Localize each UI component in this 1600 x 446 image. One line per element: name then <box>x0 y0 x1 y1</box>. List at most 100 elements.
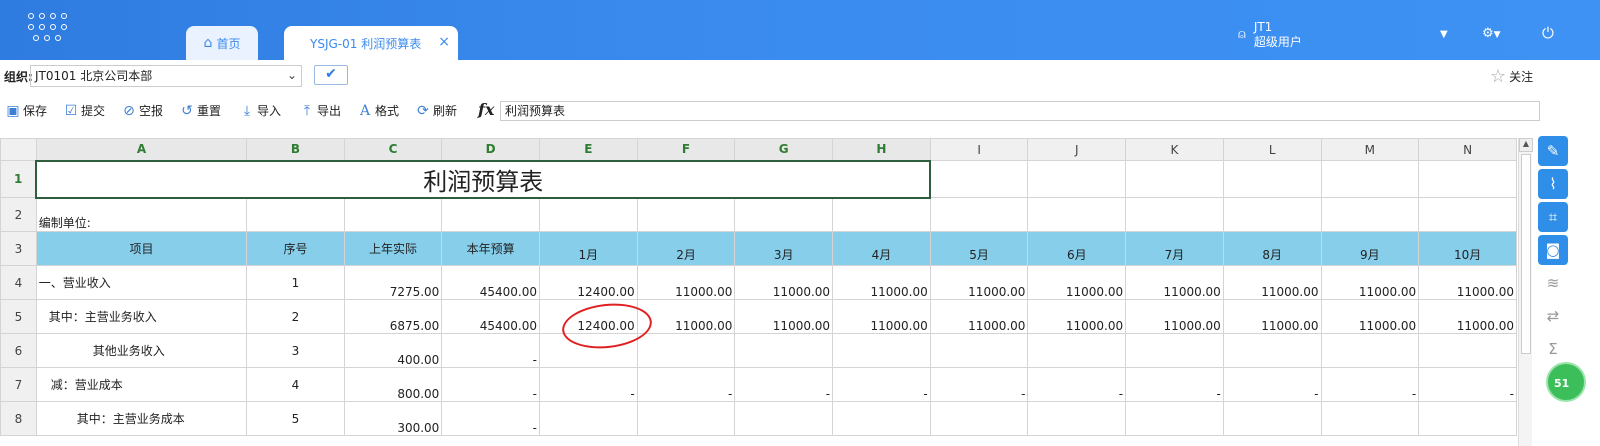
caret-down-icon[interactable]: ▼ <box>1440 29 1448 40</box>
number-cell[interactable] <box>1222 333 1322 368</box>
sheet-title-cell[interactable]: 利润预算表 <box>35 159 932 199</box>
scroll-thumb[interactable] <box>1521 154 1531 354</box>
number-cell[interactable] <box>1222 401 1322 436</box>
row-header[interactable]: 5 <box>0 299 37 334</box>
header-cell[interactable]: 序号 <box>246 231 345 266</box>
number-cell[interactable]: 11000.00 <box>1418 299 1517 334</box>
number-cell[interactable]: 400.00 <box>343 333 443 368</box>
number-cell[interactable]: 11000.00 <box>636 265 736 300</box>
number-cell[interactable]: - <box>441 367 540 402</box>
number-cell[interactable]: 11000.00 <box>832 265 931 300</box>
header-cell[interactable]: 项目 <box>35 231 248 266</box>
seq-cell[interactable]: 4 <box>246 367 345 402</box>
cell[interactable] <box>636 197 736 232</box>
number-cell[interactable] <box>734 401 834 436</box>
number-cell[interactable]: 45400.00 <box>441 299 540 334</box>
header-cell[interactable]: 1月 <box>539 231 638 266</box>
number-cell[interactable]: - <box>832 367 931 402</box>
number-cell[interactable]: 45400.00 <box>441 265 540 300</box>
seq-cell[interactable]: 2 <box>246 299 345 334</box>
import-button[interactable]: ⤓ 导入 <box>240 102 281 119</box>
cell[interactable] <box>343 197 443 232</box>
header-cell[interactable]: 5月 <box>929 231 1029 266</box>
col-header[interactable]: J <box>1027 138 1127 161</box>
number-cell[interactable]: 12400.00 <box>539 299 638 334</box>
unit-label-cell[interactable]: 编制单位: <box>35 197 248 232</box>
corner-cell[interactable] <box>0 138 37 161</box>
cell[interactable] <box>929 197 1029 232</box>
cell[interactable] <box>1320 197 1420 232</box>
follow-button[interactable]: ☆ 关注 <box>1490 66 1533 87</box>
col-header[interactable]: E <box>539 138 638 161</box>
number-cell[interactable]: 11000.00 <box>1320 265 1420 300</box>
number-cell[interactable]: 11000.00 <box>1125 299 1224 334</box>
col-header[interactable]: D <box>441 138 540 161</box>
number-cell[interactable] <box>1418 333 1517 368</box>
item-cell[interactable]: 一、营业收入 <box>35 265 248 300</box>
col-header[interactable]: A <box>35 138 248 161</box>
number-cell[interactable]: 11000.00 <box>1027 299 1127 334</box>
header-cell[interactable]: 上年实际 <box>343 231 443 266</box>
number-cell[interactable] <box>1125 401 1224 436</box>
number-cell[interactable]: - <box>1418 367 1517 402</box>
seq-cell[interactable]: 1 <box>246 265 345 300</box>
number-cell[interactable]: 11000.00 <box>1222 265 1322 300</box>
cell[interactable] <box>1222 160 1322 198</box>
number-cell[interactable] <box>1320 333 1420 368</box>
item-cell[interactable]: 其中：主营业务成本 <box>35 401 248 436</box>
cell[interactable] <box>832 197 931 232</box>
header-cell[interactable]: 9月 <box>1320 231 1420 266</box>
row-header[interactable]: 6 <box>0 333 37 368</box>
seq-cell[interactable]: 5 <box>246 401 345 436</box>
number-cell[interactable]: 11000.00 <box>1125 265 1224 300</box>
header-cell[interactable]: 本年预算 <box>441 231 540 266</box>
document-edit-icon[interactable]: ✎ <box>1538 136 1568 166</box>
header-cell[interactable]: 8月 <box>1222 231 1322 266</box>
row-header[interactable]: 1 <box>0 160 37 198</box>
col-header[interactable]: C <box>343 138 443 161</box>
paperclip-icon[interactable]: ⌇ <box>1538 169 1568 199</box>
number-cell[interactable] <box>832 333 931 368</box>
col-header[interactable]: L <box>1222 138 1322 161</box>
number-cell[interactable]: 11000.00 <box>832 299 931 334</box>
number-cell[interactable] <box>734 333 834 368</box>
row-header[interactable]: 4 <box>0 265 37 300</box>
number-cell[interactable]: 11000.00 <box>734 299 834 334</box>
crop-icon[interactable]: ⌗ <box>1538 202 1568 232</box>
col-header[interactable]: B <box>246 138 345 161</box>
number-cell[interactable]: 11000.00 <box>734 265 834 300</box>
header-cell[interactable]: 3月 <box>734 231 834 266</box>
number-cell[interactable]: 11000.00 <box>929 299 1029 334</box>
col-header[interactable]: M <box>1320 138 1420 161</box>
row-header[interactable]: 7 <box>0 367 37 402</box>
number-cell[interactable]: - <box>441 333 540 368</box>
submit-button[interactable]: ☑ 提交 <box>64 102 105 119</box>
vertical-scrollbar[interactable]: ▲ <box>1518 138 1533 446</box>
cell[interactable] <box>246 197 345 232</box>
number-cell[interactable]: 800.00 <box>343 367 443 402</box>
cell[interactable] <box>1418 197 1517 232</box>
app-grid-icon[interactable] <box>28 13 72 43</box>
number-cell[interactable]: - <box>636 367 736 402</box>
number-cell[interactable]: - <box>1320 367 1420 402</box>
sum-icon[interactable]: Σ <box>1538 334 1568 364</box>
header-cell[interactable]: 10月 <box>1418 231 1517 266</box>
cell[interactable] <box>1027 160 1127 198</box>
float-badge[interactable]: 51 <box>1546 362 1586 402</box>
export-button[interactable]: ⤒ 导出 <box>300 102 341 119</box>
header-cell[interactable]: 4月 <box>832 231 931 266</box>
formula-input[interactable]: 利润预算表 <box>500 101 1540 121</box>
number-cell[interactable]: 300.00 <box>343 401 443 436</box>
col-header[interactable]: G <box>734 138 834 161</box>
number-cell[interactable]: - <box>539 367 638 402</box>
tab-profit-budget[interactable]: YSJG-01 利润预算表 × <box>284 26 458 60</box>
cell[interactable] <box>539 197 638 232</box>
header-cell[interactable]: 6月 <box>1027 231 1127 266</box>
number-cell[interactable]: 11000.00 <box>1418 265 1517 300</box>
number-cell[interactable] <box>1125 333 1224 368</box>
number-cell[interactable]: 11000.00 <box>1222 299 1322 334</box>
org-select[interactable]: JT0101 北京公司本部 ⌄ <box>30 65 302 87</box>
number-cell[interactable]: 12400.00 <box>539 265 638 300</box>
number-cell[interactable] <box>636 333 736 368</box>
number-cell[interactable] <box>636 401 736 436</box>
